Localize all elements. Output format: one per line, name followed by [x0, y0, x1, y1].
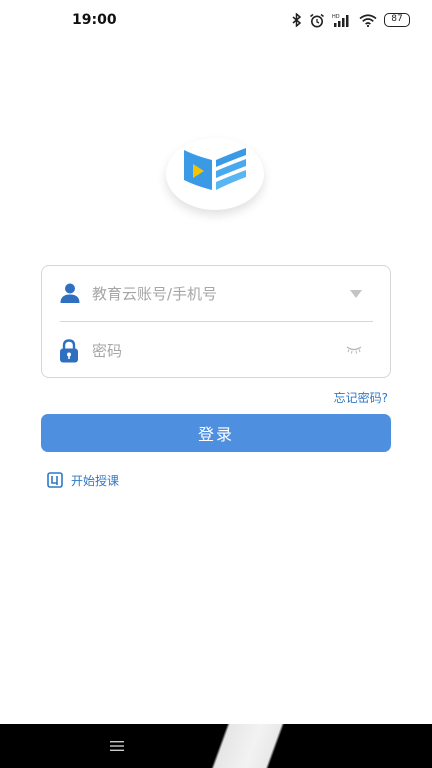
nav-bar-overlay [200, 724, 320, 768]
book-play-logo-icon [184, 148, 246, 190]
password-field-row [42, 323, 390, 379]
user-icon [60, 283, 80, 303]
triangle-down-icon[interactable] [350, 290, 362, 298]
forgot-password-link[interactable]: 忘记密码? [334, 389, 388, 406]
login-button[interactable]: 登录 [41, 414, 391, 452]
account-field-row [42, 266, 390, 322]
closed-eye-icon[interactable] [346, 346, 362, 354]
start-teaching-label: 开始授课 [71, 473, 120, 488]
start-teaching-link[interactable]: 开始授课 [47, 472, 119, 488]
battery-icon: 87 [384, 13, 410, 27]
teaching-board-icon [47, 472, 63, 488]
svg-text:HD: HD [332, 14, 340, 20]
field-divider [60, 321, 373, 322]
hd-signal-icon: HD [332, 14, 349, 27]
alarm-icon [310, 13, 324, 27]
status-time: 19:00 [72, 12, 117, 28]
wifi-icon [359, 13, 377, 27]
app-logo [166, 138, 264, 210]
lock-icon [60, 339, 78, 363]
status-bar: 19:00 HD 87 [0, 0, 432, 40]
status-icons: HD 87 [292, 10, 410, 30]
password-input[interactable] [92, 337, 332, 365]
login-form [41, 265, 391, 378]
account-input[interactable] [92, 280, 332, 308]
menu-icon[interactable] [110, 741, 124, 751]
bluetooth-icon [292, 13, 302, 27]
